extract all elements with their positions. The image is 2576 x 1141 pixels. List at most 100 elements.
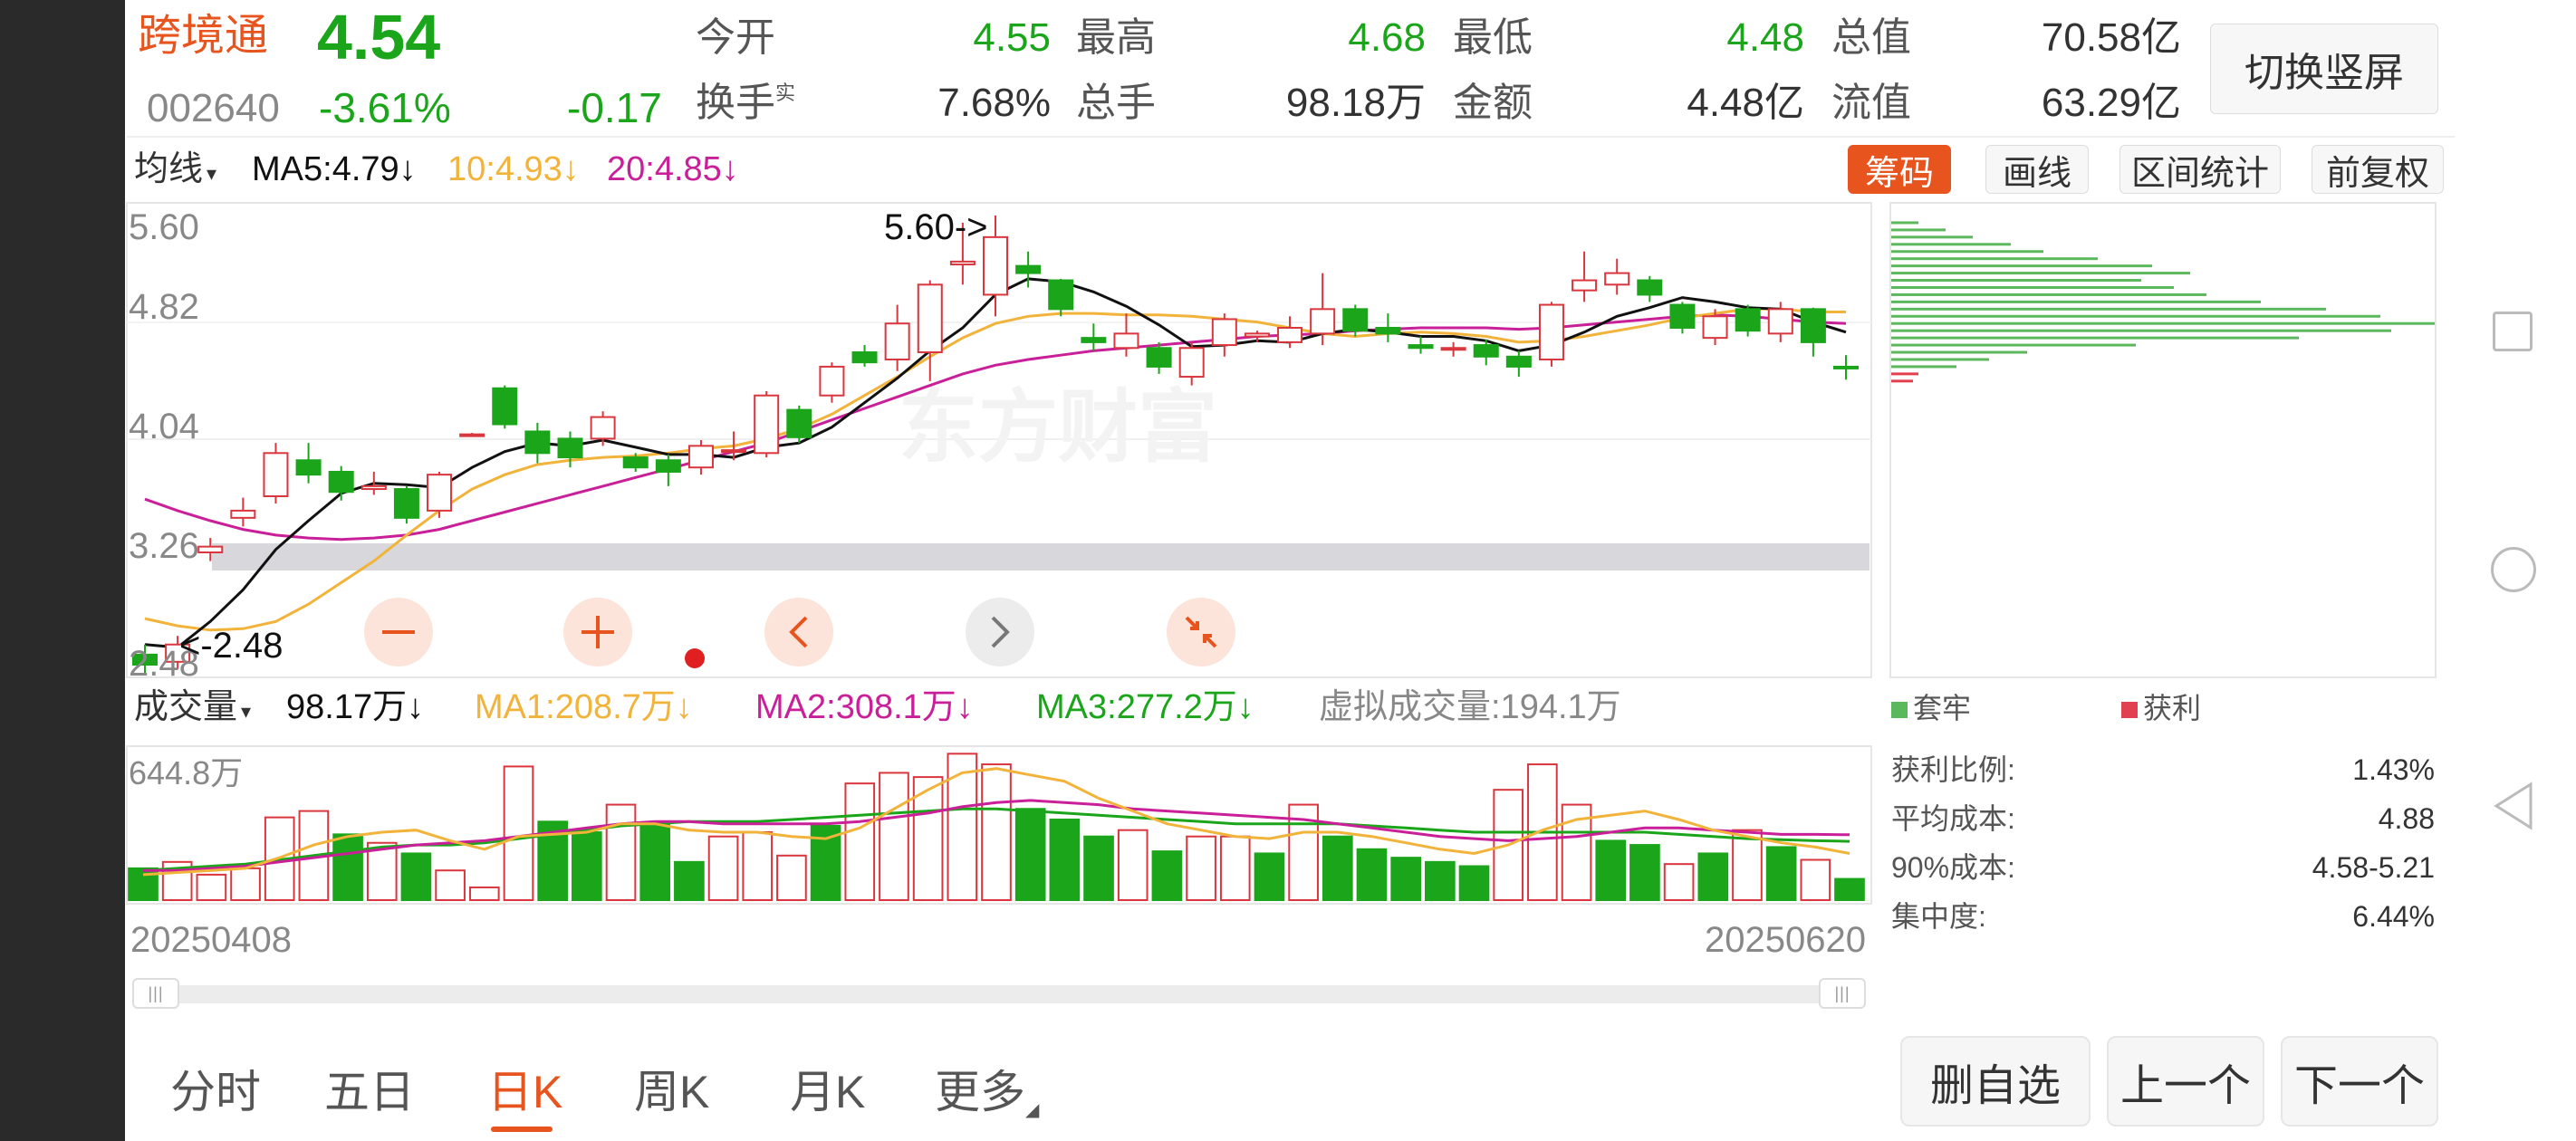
ma-dropdown[interactable]: 均线 ▾: [134, 152, 216, 187]
candle-body: [263, 452, 289, 497]
range-slider-right-handle[interactable]: |||: [1819, 978, 1866, 1009]
left-edge: [0, 0, 125, 1141]
range-slider-track[interactable]: [134, 985, 1866, 1003]
stat-label-volume: 总手: [1076, 81, 1156, 125]
chip-bar: [1891, 221, 1918, 225]
vol-ma1-value: MA1:208.7万: [475, 688, 676, 726]
candle-body: [851, 351, 878, 364]
chip-bar: [1891, 321, 2435, 325]
candle-body: [295, 459, 322, 476]
volume-bar: [400, 852, 432, 902]
stat-label-float: 流值: [1831, 81, 1911, 125]
candle-body: [492, 387, 518, 426]
ma-dropdown-label: 均线: [134, 150, 204, 188]
stat-value-mktcap: 70.58亿: [2041, 15, 2181, 60]
stat-label-high: 最高: [1076, 15, 1156, 60]
candle-body: [459, 433, 485, 437]
recent-apps-button[interactable]: [2493, 312, 2533, 351]
volume-bar: [1390, 857, 1421, 902]
stat-value-high: 4.68: [1348, 15, 1426, 60]
switch-portrait-button[interactable]: 切换竖屏: [2210, 24, 2438, 114]
y-label-top: 5.60: [129, 207, 199, 247]
stat-value-open: 4.55: [973, 15, 1051, 60]
chip-bar: [1891, 285, 2174, 289]
tab-more[interactable]: 更多◢: [935, 1056, 1039, 1121]
volume-dropdown[interactable]: 成交量 ▾: [134, 690, 251, 724]
chip-distribution-chart[interactable]: [1889, 201, 2437, 679]
volume-bar: [844, 782, 876, 902]
volume-chart[interactable]: 644.8万: [125, 744, 1873, 906]
candle-body: [949, 260, 976, 266]
candle-body: [1113, 332, 1139, 350]
back-button[interactable]: [2491, 781, 2536, 831]
chip-tool-button[interactable]: 筹码: [1848, 145, 1951, 194]
range-slider-left-handle[interactable]: |||: [132, 978, 179, 1009]
active-tab-indicator: [491, 1127, 553, 1132]
next-button[interactable]: 下一个: [2281, 1036, 2438, 1127]
chip-bar: [1891, 257, 2098, 261]
stat-value-low: 4.48: [1726, 15, 1804, 60]
zoom-out-button[interactable]: [364, 598, 433, 666]
chip-stat-value: 1.43%: [2352, 753, 2435, 786]
arrow-down-icon: ↓: [407, 688, 425, 726]
pan-right-button[interactable]: [966, 598, 1034, 666]
volume-bar: [1186, 835, 1216, 901]
candle-body: [1702, 315, 1728, 340]
volume-value-text: 98.17万: [286, 688, 408, 726]
tab-weekly-k[interactable]: 周K: [634, 1056, 709, 1121]
previous-button[interactable]: 上一个: [2107, 1036, 2264, 1127]
volume-bar: [1219, 835, 1251, 901]
chip-bar: [1891, 264, 2152, 268]
chip-bar: [1891, 228, 1946, 232]
range-stats-button[interactable]: 区间统计: [2119, 145, 2281, 194]
candle-body: [1440, 347, 1466, 351]
turnover-sup: 实: [775, 82, 796, 104]
volume-bar: [639, 822, 671, 901]
watermark: 东方财富: [899, 382, 1217, 472]
tab-intraday[interactable]: 分时: [170, 1056, 261, 1121]
candle-body: [884, 322, 910, 360]
arrow-down-icon: ↓: [721, 150, 739, 188]
zoom-in-button[interactable]: [563, 598, 632, 666]
change-percent: -3.61%: [319, 84, 451, 131]
collapse-button[interactable]: [1167, 598, 1235, 666]
virtual-volume: 虚拟成交量:194.1万: [1319, 688, 1621, 726]
kline-chart[interactable]: 东方财富 5.60 4.82 4.04 3.26 2.48 5.60-> <-2…: [125, 201, 1873, 679]
candle-body: [1244, 332, 1270, 338]
candle-body: [721, 449, 747, 454]
arrow-down-icon: ↓: [956, 688, 974, 726]
home-button[interactable]: [2491, 547, 2536, 592]
ma5-value: MA5:4.79: [252, 150, 399, 188]
arrow-down-icon: ↓: [562, 150, 580, 188]
candle-body: [1408, 344, 1434, 350]
stock-code: 002640: [147, 86, 280, 130]
y-label-4: 3.26: [129, 526, 199, 566]
candle-body: [1538, 303, 1564, 360]
corner-triangle-icon: ◢: [1025, 1100, 1040, 1120]
chip-stat-value: 4.88: [2378, 802, 2435, 835]
volume-bar: [981, 763, 1012, 901]
volume-bar: [332, 833, 363, 901]
pan-left-button[interactable]: [764, 598, 833, 666]
candle-body: [1375, 327, 1401, 335]
candle-body: [1767, 308, 1793, 335]
arrow-down-icon: ↓: [1236, 688, 1254, 726]
trapped-swatch: [1891, 702, 1908, 718]
adjust-button[interactable]: 前复权: [2312, 145, 2444, 194]
volume-bar: [196, 873, 227, 901]
chevron-down-icon: ▾: [207, 162, 217, 185]
chip-bar: [1891, 300, 2261, 303]
tab-daily-k[interactable]: 日K: [487, 1056, 562, 1121]
remove-watchlist-button[interactable]: 删自选: [1900, 1036, 2091, 1127]
candle-body: [1211, 318, 1237, 347]
tab-five-day[interactable]: 五日: [324, 1056, 415, 1121]
candle-body: [1604, 272, 1630, 286]
candle-body: [1832, 365, 1860, 369]
draw-line-button[interactable]: 画线: [1985, 145, 2089, 194]
arrow-down-icon: ↓: [675, 688, 693, 726]
vol-ma3-value: MA3:277.2万: [1036, 688, 1237, 726]
stat-value-amount: 4.48亿: [1687, 81, 1804, 125]
tab-monthly-k[interactable]: 月K: [790, 1056, 865, 1121]
volume-bar: [572, 831, 602, 901]
volume-bar: [1697, 852, 1729, 902]
